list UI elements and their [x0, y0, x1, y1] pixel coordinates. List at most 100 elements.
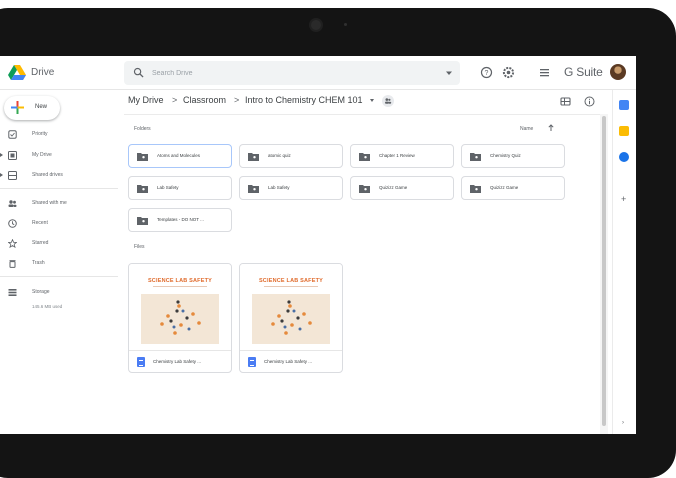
header-divider [124, 114, 600, 115]
chevron-right-icon[interactable]: › [622, 420, 624, 426]
file-thumbnail: SCIENCE LAB SAFETY [240, 264, 342, 350]
clock-icon [8, 219, 17, 228]
people-icon [385, 98, 392, 104]
tasks-icon[interactable] [619, 152, 629, 162]
folder-shared-icon [137, 185, 148, 193]
sidebar-item-label: My Drive [32, 152, 52, 158]
shared-drives-icon [8, 171, 17, 180]
side-panel: + › [612, 90, 636, 434]
folder-tile[interactable]: Lab Safety [128, 176, 232, 200]
drive-screen: Drive ? G Suite [0, 56, 636, 434]
sidebar-item-starred[interactable]: Starred [0, 237, 118, 251]
sidebar-item-label: Storage [32, 289, 50, 295]
breadcrumb-my-drive[interactable]: My Drive [128, 95, 164, 105]
breadcrumb-separator: > [172, 95, 178, 105]
folder-name: Chemistry Quiz [490, 153, 521, 158]
info-icon[interactable] [584, 96, 595, 107]
star-icon [8, 239, 17, 248]
folder-tile[interactable]: Quizizz Game [350, 176, 454, 200]
sidebar-item-label: Starred [32, 240, 49, 246]
shared-folder-icon[interactable] [382, 95, 394, 107]
folder-shared-icon [248, 153, 259, 161]
folder-shared-icon [470, 153, 481, 161]
gear-icon[interactable] [502, 66, 515, 79]
search-bar[interactable] [124, 61, 460, 85]
folder-shared-icon [248, 185, 259, 193]
folder-shared-icon [359, 185, 370, 193]
sidebar-item-label: Priority [32, 131, 48, 137]
help-icon[interactable]: ? [480, 66, 493, 79]
folder-tile[interactable]: Lab Safety [239, 176, 343, 200]
breadcrumb-current-folder[interactable]: Intro to Chemistry CHEM 101 [245, 95, 363, 105]
folder-tile[interactable]: Quizizz Game [461, 176, 565, 200]
google-docs-icon [248, 357, 256, 367]
sidebar-item-storage[interactable]: Storage [0, 286, 118, 300]
search-input[interactable] [152, 66, 422, 80]
folder-name: Templates - DO NOT ... [157, 217, 204, 222]
camera [309, 18, 323, 32]
gsuite-brand[interactable]: G Suite [564, 65, 603, 79]
nav-divider [0, 188, 118, 189]
my-drive-icon [8, 151, 17, 160]
drive-logo-icon[interactable] [8, 65, 26, 80]
thumbnail-title: SCIENCE LAB SAFETY [258, 278, 324, 284]
folder-name: Quizizz Game [490, 185, 519, 190]
file-thumbnail: SCIENCE LAB SAFETY [129, 264, 231, 350]
folder-tile[interactable]: Templates - DO NOT ... [128, 208, 232, 232]
sidebar-item-label: Recent [32, 220, 48, 226]
sidebar-item-shared-with-me[interactable]: Shared with me [0, 197, 118, 211]
folder-tile[interactable]: Chapter 1 Review [350, 144, 454, 168]
sidebar-item-trash[interactable]: Trash [0, 257, 118, 271]
sort-by-name[interactable]: Name [520, 126, 533, 132]
sidebar-item-my-drive[interactable]: My Drive [0, 149, 118, 163]
apps-grid-icon[interactable] [538, 66, 551, 79]
new-button[interactable]: New [4, 96, 60, 120]
top-bar: Drive ? G Suite [0, 56, 636, 90]
expand-arrow-icon[interactable] [0, 153, 3, 157]
folder-shared-icon [470, 185, 481, 193]
nav-divider [0, 276, 118, 277]
keep-icon[interactable] [619, 126, 629, 136]
app-title[interactable]: Drive [31, 67, 54, 78]
priority-icon [8, 130, 17, 139]
folder-name: Quizizz Game [379, 185, 408, 190]
file-footer: Chemistry Lab Safety ... [129, 350, 231, 372]
search-icon[interactable] [133, 67, 144, 78]
sidebar-item-label: Shared drives [32, 172, 63, 178]
calendar-icon[interactable] [619, 100, 629, 110]
expand-arrow-icon[interactable] [0, 173, 3, 177]
plus-icon [11, 101, 24, 114]
folder-tile[interactable]: atomic quiz [239, 144, 343, 168]
breadcrumb-classroom[interactable]: Classroom [183, 95, 226, 105]
sidebar-item-label: Trash [32, 260, 45, 266]
storage-used-text: 145.6 MB used [32, 304, 63, 309]
sidebar-item-shared-drives[interactable]: Shared drives [0, 169, 118, 183]
thumbnail-subtitle-line [153, 286, 207, 287]
folder-tile[interactable]: Chemistry Quiz [461, 144, 565, 168]
avatar[interactable] [610, 64, 626, 80]
search-options-icon[interactable] [446, 70, 452, 76]
google-docs-icon [137, 357, 145, 367]
sidebar-item-label: Shared with me [32, 200, 67, 206]
folder-name: Lab Safety [157, 185, 179, 190]
file-card[interactable]: SCIENCE LAB SAFETY Chemistry Lab Safety … [128, 263, 232, 373]
breadcrumb-separator: > [234, 95, 240, 105]
folder-tile[interactable]: Atoms and Molecules [128, 144, 232, 168]
sidebar-item-recent[interactable]: Recent [0, 217, 118, 231]
folder-shared-icon [359, 153, 370, 161]
file-name: Chemistry Lab Safety ... [153, 359, 202, 364]
camera-sensor [344, 23, 347, 26]
folder-name: Atoms and Molecules [157, 153, 201, 158]
new-button-label: New [35, 104, 48, 110]
list-view-icon[interactable] [560, 96, 571, 107]
storage-icon [8, 289, 17, 296]
shared-with-me-icon [8, 200, 17, 207]
sidebar-item-priority[interactable]: Priority [0, 128, 118, 142]
chevron-down-icon[interactable] [370, 99, 374, 102]
folder-name: Lab Safety [268, 185, 290, 190]
add-addon-icon[interactable]: + [621, 194, 626, 204]
file-card[interactable]: SCIENCE LAB SAFETY Chemistry Lab Safety … [239, 263, 343, 373]
scrollbar-thumb[interactable] [602, 116, 606, 426]
folder-name: Chapter 1 Review [379, 153, 415, 158]
sort-ascending-icon[interactable] [547, 124, 555, 132]
